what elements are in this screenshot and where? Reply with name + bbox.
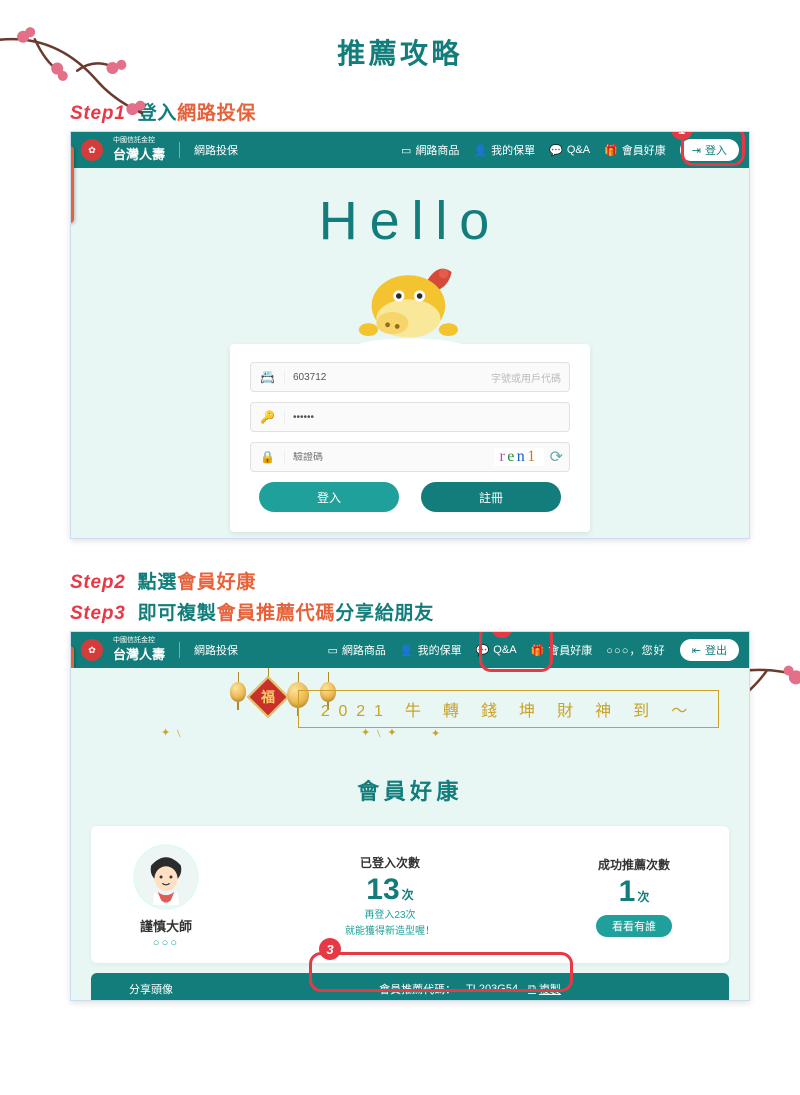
more-features-tab[interactable]: 更多功能 <box>70 146 74 223</box>
step3-prefix: 即可複製 <box>138 603 217 624</box>
sparkle-icon: ✦ <box>431 727 440 740</box>
brand: ✿ 中國信託金控 台灣人壽 網路投保 <box>81 137 238 163</box>
topbar: ✿ 中國信託金控 台灣人壽 網路投保 ▭網路商品 👤我的保單 💬Q&A 🎁會員好… <box>71 132 749 168</box>
referral-label: 成功推薦次數 <box>559 856 709 873</box>
register-button[interactable]: 註冊 <box>421 482 561 512</box>
logo-icon: ✿ <box>81 639 103 661</box>
brand-section: 網路投保 <box>194 142 238 158</box>
id-field[interactable]: 📇 字號或用戶代碼 <box>250 362 570 392</box>
step3-highlight: 會員推薦代碼 <box>217 603 336 624</box>
lock-icon: 🔒 <box>251 450 285 464</box>
laptop-icon: ▭ <box>401 144 411 157</box>
referral-block: 成功推薦次數 1次 看看有誰 <box>559 856 709 937</box>
step2-highlight: 會員好康 <box>177 572 256 593</box>
member-screenshot-card: 更多功能 ✿ 中國信託金控 台灣人壽 網路投保 ▭網路商品 👤我的保單 💬Q&A… <box>70 631 750 1001</box>
login-icon: ⇥ <box>692 144 701 157</box>
step2-heading: Step2 點選會員好康 <box>70 567 800 594</box>
hello-heading: Hello <box>71 190 749 252</box>
nav-products[interactable]: ▭網路商品 <box>401 142 459 158</box>
login-count-block: 已登入次數 13次 再登入23次 就能獲得新造型喔！ <box>231 854 549 939</box>
password-input[interactable] <box>285 412 569 423</box>
page-title: 推薦攻略 <box>0 32 800 72</box>
avatar-block: 謹慎大師 ○○○ <box>111 844 221 949</box>
brand-sub: 中國信託金控 <box>113 137 165 144</box>
id-icon: 📇 <box>251 370 285 384</box>
brand-sub: 中國信託金控 <box>113 637 165 644</box>
login-button[interactable]: ⇥登入 <box>680 139 739 161</box>
id-placeholder: 字號或用戶代碼 <box>491 370 569 385</box>
chat-icon: 💬 <box>476 644 490 657</box>
submit-login-button[interactable]: 登入 <box>259 482 399 512</box>
brand-name: 台灣人壽 <box>113 144 165 163</box>
step3-label: Step3 <box>70 603 126 624</box>
copy-code-button[interactable]: ⧉複製 <box>528 981 561 997</box>
login-screenshot-card: 更多功能 ✿ 中國信託金控 台灣人壽 網路投保 ▭網路商品 👤我的保單 💬Q&A… <box>70 131 750 539</box>
topnav: ▭網路商品 👤我的保單 💬Q&A 🎁會員好康 ⇥登入 <box>401 139 739 161</box>
nav-member[interactable]: 🎁會員好康 <box>531 642 593 658</box>
step2-label: Step2 <box>70 572 126 593</box>
password-field[interactable]: 🔑 <box>250 402 570 432</box>
share-avatar-button[interactable]: 分享頭像 <box>91 981 211 997</box>
step3-suffix: 分享給朋友 <box>335 603 434 624</box>
nav-mypolicy[interactable]: 👤我的保單 <box>400 642 462 658</box>
logout-button[interactable]: ⇤登出 <box>680 639 739 661</box>
step1-highlight: 網路投保 <box>177 103 256 124</box>
copy-icon: ⧉ <box>528 983 536 996</box>
login-count-label: 已登入次數 <box>231 854 549 871</box>
captcha-input[interactable] <box>285 452 494 463</box>
captcha-image: ren1 <box>494 448 544 466</box>
brand-section: 網路投保 <box>194 642 238 658</box>
person-icon: 👤 <box>473 144 487 157</box>
step2-prefix: 點選 <box>138 572 178 593</box>
step1-label: Step1 <box>70 103 126 124</box>
login-form: 📇 字號或用戶代碼 🔑 🔒 ren1 ⟳ 登入 註冊 <box>230 344 590 532</box>
chat-icon: 💬 <box>549 144 563 157</box>
nav-qa[interactable]: 💬Q&A <box>476 644 517 657</box>
stats-panel: 謹慎大師 ○○○ 已登入次數 13次 再登入23次 就能獲得新造型喔！ 成功推薦… <box>91 826 729 963</box>
gift-icon: 🎁 <box>604 144 618 157</box>
nav-products[interactable]: ▭網路商品 <box>327 642 385 658</box>
twig-icon: ✦ ﹨ <box>161 724 184 740</box>
step1-heading: Step1 登入網路投保 <box>70 98 800 125</box>
see-who-button[interactable]: 看看有誰 <box>596 915 672 937</box>
referral-footer: 分享頭像 會員推薦代碼： TL203G54 ⧉複製 <box>91 973 729 1001</box>
logout-icon: ⇤ <box>692 644 701 657</box>
callout-3-number: 3 <box>319 938 341 960</box>
separator <box>179 142 180 158</box>
step1-prefix: 登入 <box>138 103 178 124</box>
login-sub1: 再登入23次 <box>231 909 549 923</box>
fu-tile-icon: 福 <box>247 676 289 718</box>
captcha-refresh-icon[interactable]: ⟳ <box>550 447 563 467</box>
avatar-rank: ○○○ <box>111 937 221 949</box>
login-count: 13次 <box>231 873 549 907</box>
laptop-icon: ▭ <box>327 644 337 657</box>
separator <box>179 642 180 658</box>
step3-heading: Step3 即可複製會員推薦代碼分享給朋友 <box>70 598 800 625</box>
key-icon: 🔑 <box>251 410 285 424</box>
brand: ✿ 中國信託金控 台灣人壽 網路投保 <box>81 637 238 663</box>
promo-banner: 福 ✦ ﹨ ✦ ﹨ ✦ ✦ 2021 牛 轉 錢 坤 財 神 到 ～ <box>71 668 749 748</box>
avatar-icon <box>133 844 199 910</box>
section-title: 會員好康 <box>71 774 749 806</box>
nav-qa[interactable]: 💬Q&A <box>549 144 590 157</box>
topnav: ▭網路商品 👤我的保單 💬Q&A 🎁會員好康 ○○○，您好 ⇤登出 <box>327 639 739 661</box>
nav-mypolicy[interactable]: 👤我的保單 <box>473 142 535 158</box>
referral-count: 1次 <box>559 875 709 909</box>
login-sub2: 就能獲得新造型喔！ <box>231 925 549 939</box>
code-label: 會員推薦代碼： <box>379 981 456 997</box>
logo-icon: ✿ <box>81 139 103 161</box>
referral-code: TL203G54 <box>466 983 518 995</box>
gift-icon: 🎁 <box>531 644 545 657</box>
mascot-icon <box>345 256 475 344</box>
banner-message: 2021 牛 轉 錢 坤 財 神 到 ～ <box>298 690 719 728</box>
topbar: ✿ 中國信託金控 台灣人壽 網路投保 ▭網路商品 👤我的保單 💬Q&A 🎁會員好… <box>71 632 749 668</box>
captcha-field[interactable]: 🔒 ren1 ⟳ <box>250 442 570 472</box>
avatar-name: 謹慎大師 <box>111 916 221 935</box>
referral-code-block: 會員推薦代碼： TL203G54 ⧉複製 <box>211 981 729 997</box>
nav-member[interactable]: 🎁會員好康 <box>604 142 666 158</box>
person-icon: 👤 <box>400 644 414 657</box>
greeting: ○○○，您好 <box>606 642 666 658</box>
id-input[interactable] <box>285 372 491 383</box>
brand-name: 台灣人壽 <box>113 644 165 663</box>
